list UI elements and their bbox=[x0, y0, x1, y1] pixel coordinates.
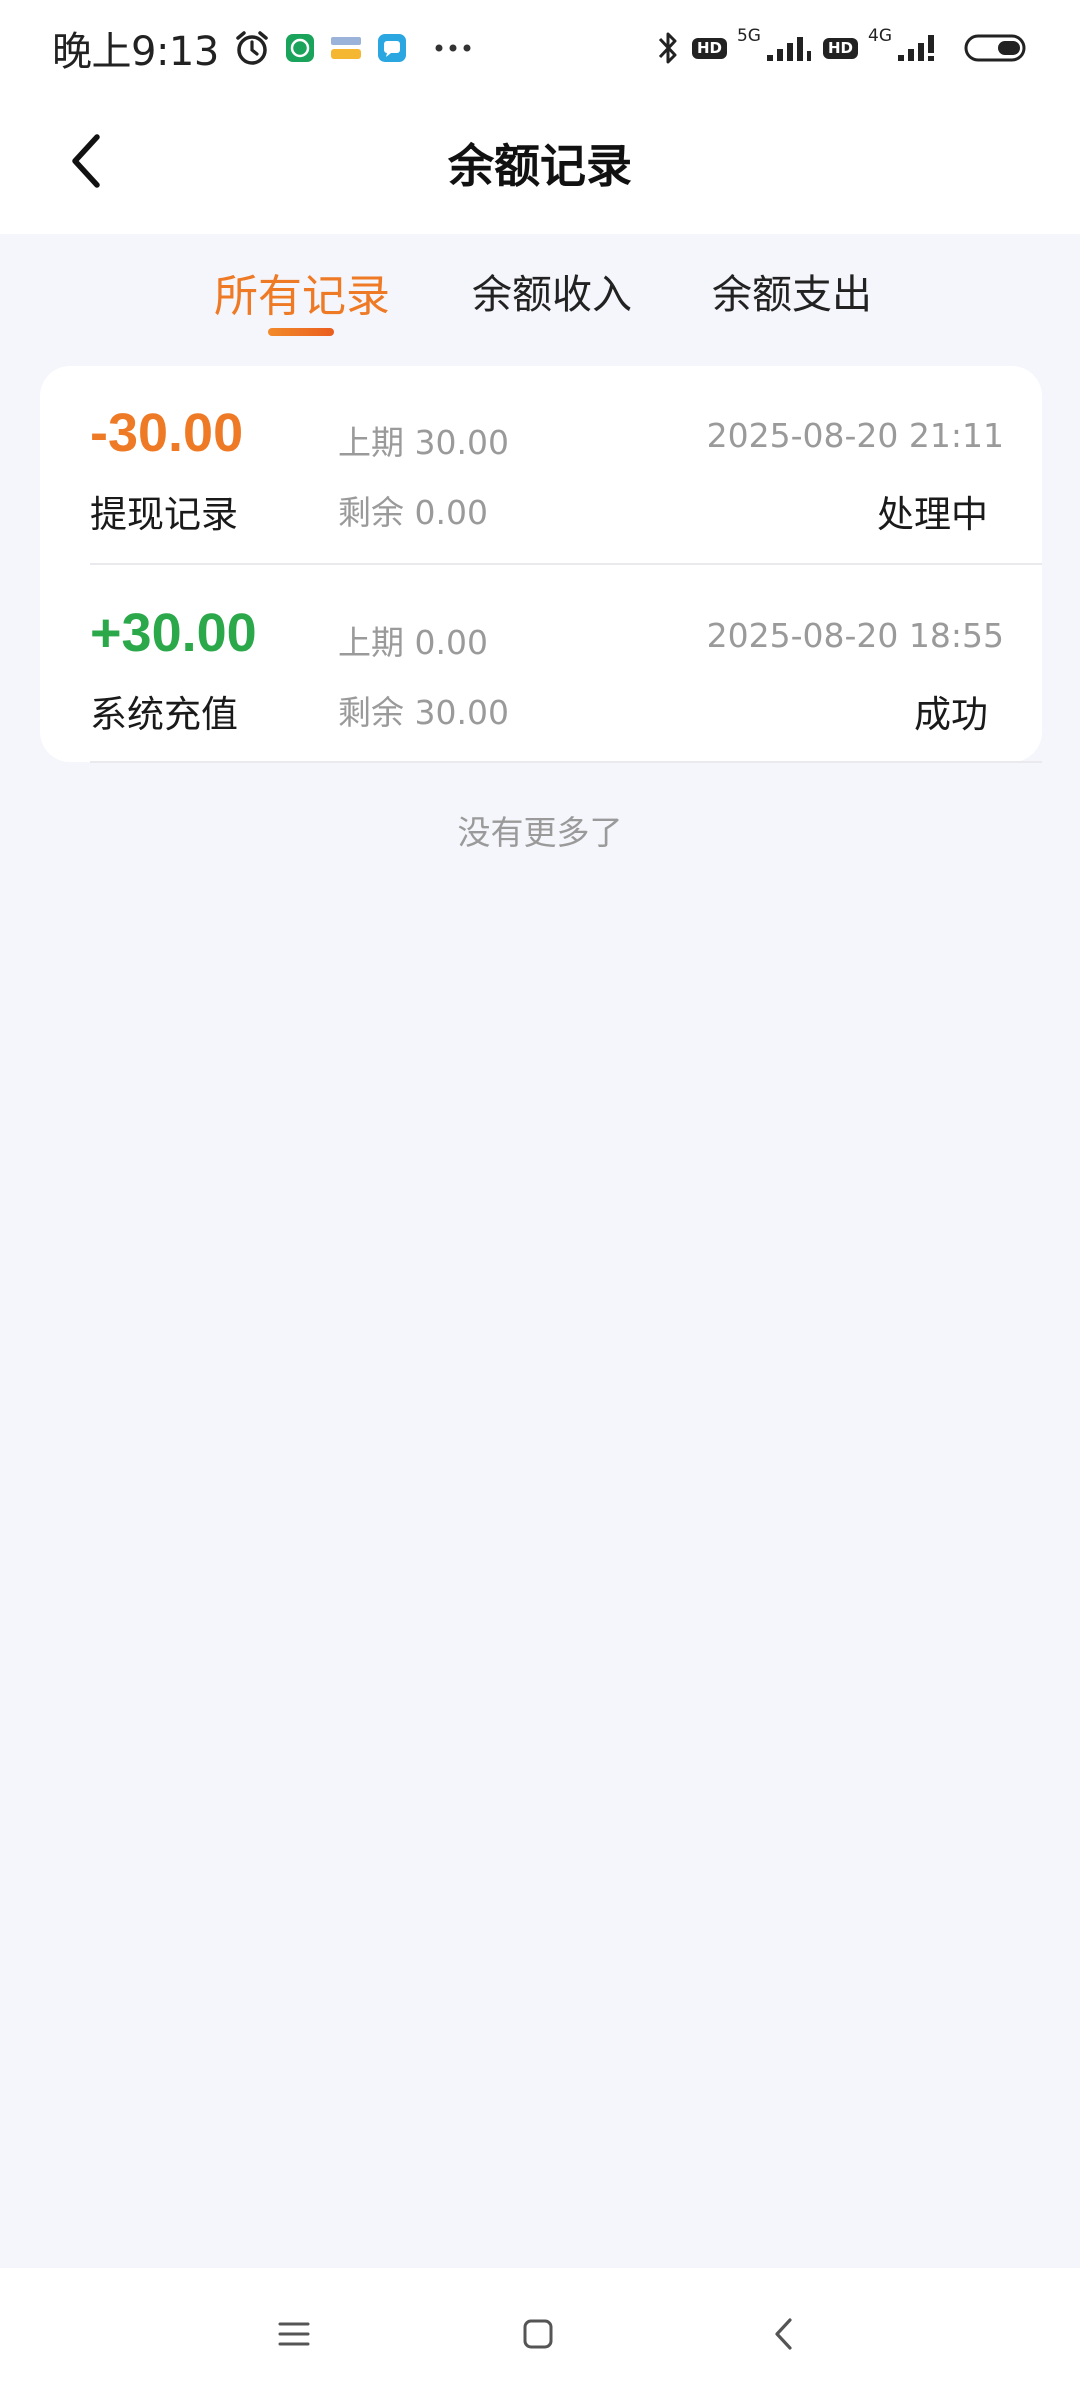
back-chevron-icon bbox=[775, 2318, 792, 2350]
menu-button[interactable] bbox=[264, 2304, 324, 2364]
record-status: 成功 bbox=[914, 693, 988, 736]
status-bar-right: HD 5G HD 4G bbox=[654, 26, 1028, 68]
record-divider bbox=[90, 563, 1042, 565]
record-type: 提现记录 bbox=[90, 493, 238, 536]
green-app-icon bbox=[285, 33, 315, 63]
records-card: -30.00 提现记录 上期 30.00 剩余 0.00 2025-08-20 … bbox=[40, 366, 1042, 762]
list-item[interactable]: +30.00 系统充值 上期 0.00 剩余 30.00 2025-08-20 … bbox=[40, 566, 1042, 766]
record-previous-balance: 上期 0.00 bbox=[338, 623, 488, 662]
hd-icon: HD bbox=[691, 37, 727, 59]
network-5g-label: 5G bbox=[736, 26, 761, 46]
signal-5g-icon bbox=[765, 33, 813, 63]
hd-icon: HD bbox=[822, 37, 858, 59]
home-button[interactable] bbox=[508, 2304, 568, 2364]
tab-all-records[interactable]: 所有记录 bbox=[214, 260, 390, 324]
record-remaining-balance: 剩余 30.00 bbox=[338, 693, 509, 732]
record-remaining-balance: 剩余 0.00 bbox=[338, 493, 488, 532]
tab-balance-expense[interactable]: 余额支出 bbox=[712, 262, 872, 320]
alarm-icon bbox=[233, 29, 271, 67]
record-status: 处理中 bbox=[877, 493, 988, 536]
home-square-icon bbox=[523, 2319, 553, 2349]
battery-icon bbox=[964, 33, 1028, 63]
message-app-icon bbox=[377, 33, 407, 63]
signal-4g-icon bbox=[896, 33, 940, 63]
page: 晚上9:13 HD 5G HD 4G 余额记录 所有记录 余额收入 余额支出 -… bbox=[0, 0, 1080, 2400]
header-bar: 余额记录 bbox=[0, 96, 1080, 234]
network-4g-label: 4G bbox=[868, 26, 892, 46]
record-time: 2025-08-20 21:11 bbox=[706, 416, 1004, 455]
more-dots-icon bbox=[433, 43, 473, 53]
menu-icon bbox=[278, 2322, 310, 2346]
tab-balance-income[interactable]: 余额收入 bbox=[472, 262, 632, 320]
system-back-button[interactable] bbox=[754, 2304, 814, 2364]
list-item[interactable]: -30.00 提现记录 上期 30.00 剩余 0.00 2025-08-20 … bbox=[40, 366, 1042, 566]
system-nav-bar bbox=[0, 2268, 1080, 2400]
record-previous-balance: 上期 30.00 bbox=[338, 423, 509, 462]
record-type: 系统充值 bbox=[90, 693, 238, 736]
no-more-text: 没有更多了 bbox=[457, 813, 623, 852]
record-divider bbox=[90, 761, 1042, 763]
record-time: 2025-08-20 18:55 bbox=[706, 616, 1004, 655]
yellow-app-icon bbox=[329, 33, 363, 63]
record-amount: -30.00 bbox=[90, 403, 244, 463]
status-time: 晚上9:13 bbox=[52, 29, 219, 75]
status-bar: 晚上9:13 HD 5G HD 4G bbox=[0, 0, 1080, 96]
record-amount: +30.00 bbox=[90, 603, 257, 663]
tab-active-indicator bbox=[268, 328, 334, 336]
bluetooth-icon bbox=[654, 28, 682, 68]
tab-bar: 所有记录 余额收入 余额支出 bbox=[0, 234, 1080, 364]
status-bar-left: 晚上9:13 bbox=[52, 19, 473, 77]
page-title: 余额记录 bbox=[448, 139, 632, 193]
